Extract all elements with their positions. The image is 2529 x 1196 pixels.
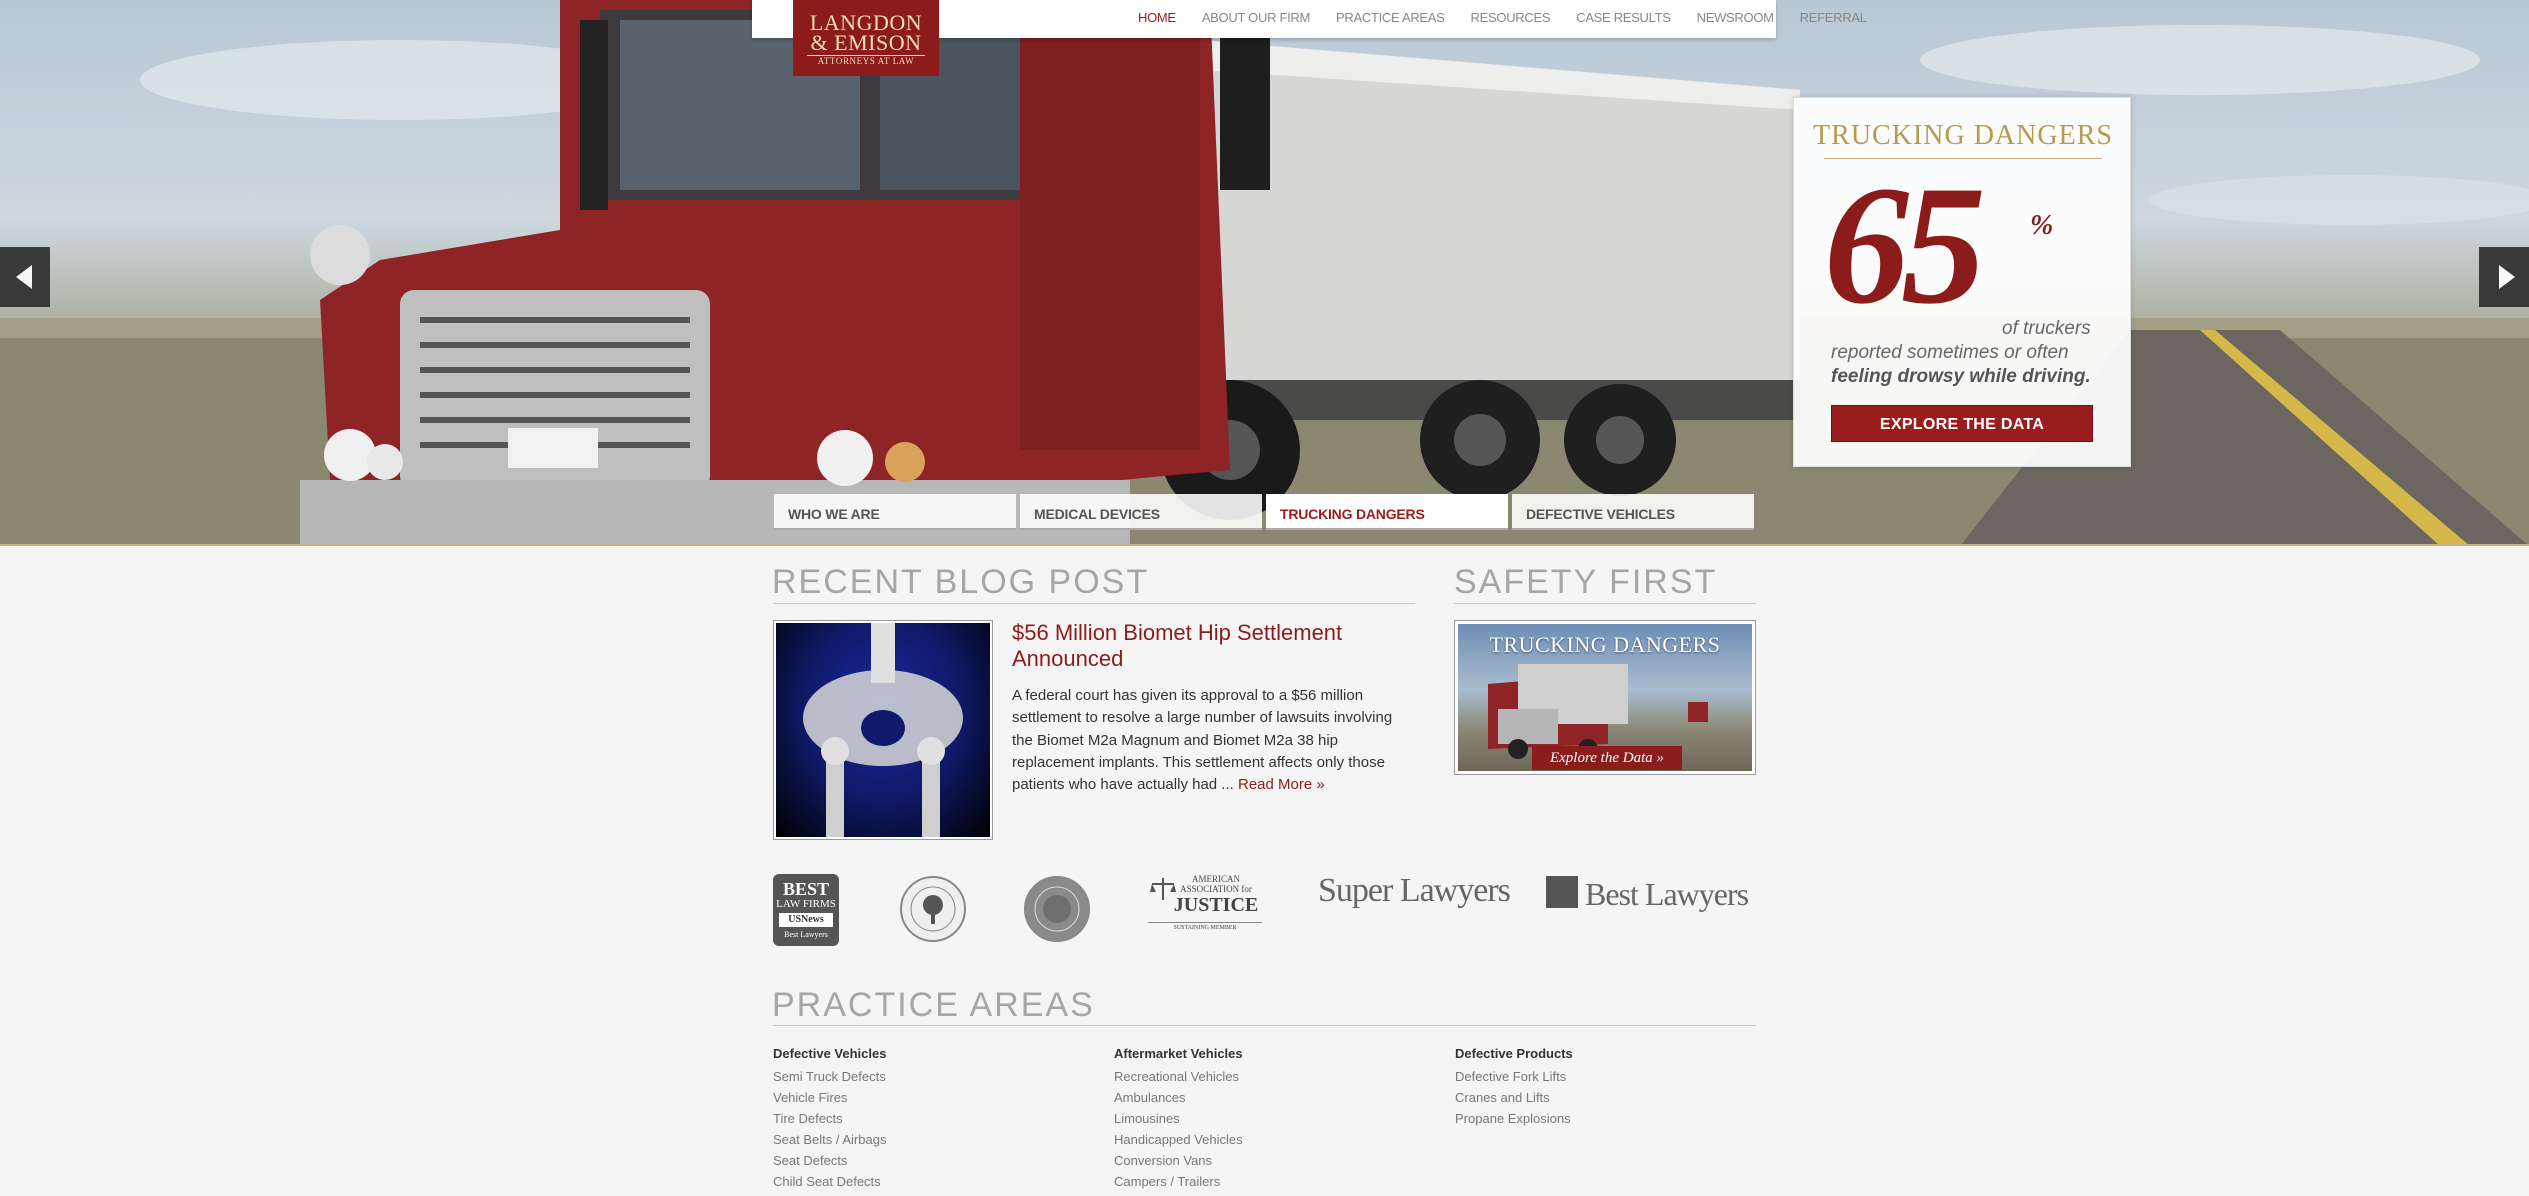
trucking-dangers-promo: TRUCKING DANGERS 65 % of truckers report… — [1793, 97, 2131, 467]
practice-link[interactable]: Recreational Vehicles — [1114, 1066, 1414, 1087]
practice-link[interactable]: Semi Truck Defects — [773, 1066, 1073, 1087]
practice-link[interactable]: Handicapped Vehicles — [1114, 1129, 1414, 1150]
aaj-line-4: SUSTAINING MEMBER — [1148, 922, 1262, 933]
scales-icon — [1150, 878, 1176, 900]
blog-excerpt-text: A federal court has given its approval t… — [1012, 687, 1393, 794]
blf-line-3: USNews — [779, 913, 833, 927]
nav-menu: HOME ABOUT OUR FIRM PRACTICE AREAS RESOU… — [1138, 10, 1893, 25]
safety-truck-image: TRUCKING DANGERS Explore the Data » — [1458, 624, 1752, 771]
hero-slider — [0, 0, 2529, 546]
practice-link[interactable]: Ambulances — [1114, 1087, 1414, 1108]
read-more-link[interactable]: Read More » — [1238, 776, 1325, 793]
seal-badge-1 — [900, 876, 966, 942]
pelvis-illustration — [803, 623, 963, 837]
safety-explore-button[interactable]: Explore the Data » — [1532, 746, 1682, 770]
nav-newsroom[interactable]: NEWSROOM — [1697, 10, 1774, 25]
safety-rule — [1454, 603, 1756, 604]
super-lawyers-logo: Super Lawyers — [1318, 872, 1511, 909]
blog-post-title[interactable]: $56 Million Biomet Hip Settlement Announ… — [1012, 620, 1412, 672]
nav-home[interactable]: HOME — [1138, 10, 1176, 25]
aaj-line-1: AMERICAN — [1191, 874, 1240, 884]
blog-thumbnail[interactable] — [773, 620, 993, 840]
association-seal-icon — [1034, 886, 1080, 932]
site-logo[interactable]: LANGDON & EMISON ATTORNEYS AT LAW — [793, 0, 939, 76]
hip-xray-image — [776, 623, 990, 837]
hero-truck-image — [0, 0, 2529, 546]
practice-heading: Aftermarket Vehicles — [1114, 1046, 1243, 1061]
aaj-badge: AMERICAN ASSOCIATION for JUSTICE SUSTAIN… — [1148, 874, 1262, 938]
practice-link[interactable]: Propane Explosions — [1455, 1108, 1755, 1129]
practice-link[interactable]: Limousines — [1114, 1108, 1414, 1129]
practice-link[interactable]: Tire Defects — [773, 1108, 1073, 1129]
tab-who-we-are[interactable]: WHO WE ARE — [774, 494, 1016, 530]
practice-link[interactable]: Seat Belts / Airbags — [773, 1129, 1073, 1150]
best-lawyers-logo: Best Lawyers — [1585, 876, 1749, 912]
promo-text-2: reported sometimes or often — [1831, 342, 2069, 363]
practice-link[interactable]: Defective Fork Lifts — [1455, 1066, 1755, 1087]
blf-line-4: Best Lawyers — [784, 930, 828, 939]
nav-case-results[interactable]: CASE RESULTS — [1576, 10, 1671, 25]
seal-badge-2 — [1024, 876, 1090, 942]
logo-line-2: & EMISON — [810, 30, 922, 55]
arrow-right-icon — [2499, 265, 2515, 289]
slider-tabs: WHO WE ARE MEDICAL DEVICES TRUCKING DANG… — [774, 494, 1754, 530]
practice-heading: Defective Vehicles — [773, 1046, 887, 1061]
nav-referral[interactable]: REFERRAL — [1800, 10, 1867, 25]
blf-line-1: BEST — [782, 879, 830, 899]
recent-blog-post-heading: RECENT BLOG POST — [772, 563, 1150, 601]
practice-areas-rule — [773, 1025, 1756, 1026]
blf-line-2: LAW FIRMS — [776, 898, 836, 910]
aaj-line-3: JUSTICE — [1173, 894, 1259, 916]
practice-link[interactable]: Vehicle Fires — [773, 1087, 1073, 1108]
logo-line-3: ATTORNEYS AT LAW — [807, 55, 925, 67]
slider-next-button[interactable] — [2479, 247, 2529, 307]
nav-about-our-firm[interactable]: ABOUT OUR FIRM — [1202, 10, 1311, 25]
practice-areas-heading: PRACTICE AREAS — [772, 986, 1095, 1024]
safety-image-title: TRUCKING DANGERS — [1489, 632, 1721, 657]
safety-first-heading: SAFETY FIRST — [1454, 563, 1718, 601]
tab-trucking-dangers[interactable]: TRUCKING DANGERS — [1266, 494, 1508, 530]
nav-practice-areas[interactable]: PRACTICE AREAS — [1336, 10, 1445, 25]
practice-heading: Defective Products — [1455, 1046, 1573, 1061]
practice-link[interactable]: Conversion Vans — [1114, 1150, 1414, 1171]
aaj-line-2: ASSOCIATION for — [1180, 884, 1252, 894]
tab-defective-vehicles[interactable]: DEFECTIVE VEHICLES — [1512, 494, 1754, 530]
best-law-firms-badge: BEST LAW FIRMS USNews Best Lawyers — [773, 874, 839, 946]
arrow-left-icon — [16, 265, 32, 289]
practice-column-aftermarket-vehicles: Aftermarket Vehicles Recreational Vehicl… — [1114, 1046, 1414, 1192]
practice-link[interactable]: Campers / Trailers — [1114, 1171, 1414, 1192]
explore-data-button[interactable]: EXPLORE THE DATA — [1831, 405, 2093, 442]
practice-link[interactable]: Cranes and Lifts — [1455, 1087, 1755, 1108]
practice-column-defective-vehicles: Defective Vehicles Semi Truck Defects Ve… — [773, 1046, 1073, 1192]
practice-column-defective-products: Defective Products Defective Fork Lifts … — [1455, 1046, 1755, 1129]
promo-title: TRUCKING DANGERS — [1813, 120, 2113, 151]
practice-link[interactable]: Child Seat Defects — [773, 1171, 1073, 1192]
safety-first-banner[interactable]: TRUCKING DANGERS Explore the Data » — [1454, 620, 1756, 775]
slider-prev-button[interactable] — [0, 247, 50, 307]
blog-rule — [773, 603, 1415, 604]
practice-link[interactable]: Seat Defects — [773, 1150, 1073, 1171]
best-lawyers-icon — [1546, 876, 1578, 908]
hero-divider — [0, 544, 2529, 546]
promo-text-1: of truckers — [2002, 318, 2091, 339]
promo-stat: 65 — [1824, 151, 1986, 339]
promo-text-3: feeling drowsy while driving. — [1831, 366, 2091, 387]
promo-percent-sign: % — [2030, 210, 2054, 241]
logo-line-1: LANGDON — [809, 10, 923, 35]
blog-excerpt: A federal court has given its approval t… — [1012, 685, 1412, 796]
tab-medical-devices[interactable]: MEDICAL DEVICES — [1020, 494, 1262, 530]
tree-seal-icon — [910, 886, 956, 932]
nav-resources[interactable]: RESOURCES — [1471, 10, 1551, 25]
